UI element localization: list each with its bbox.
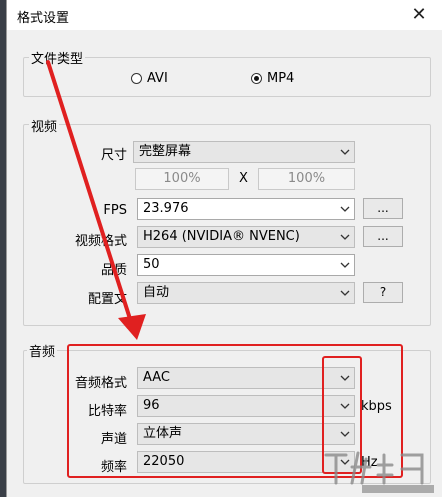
annotation-arrow xyxy=(46,60,146,340)
watermark-logo xyxy=(324,451,434,493)
